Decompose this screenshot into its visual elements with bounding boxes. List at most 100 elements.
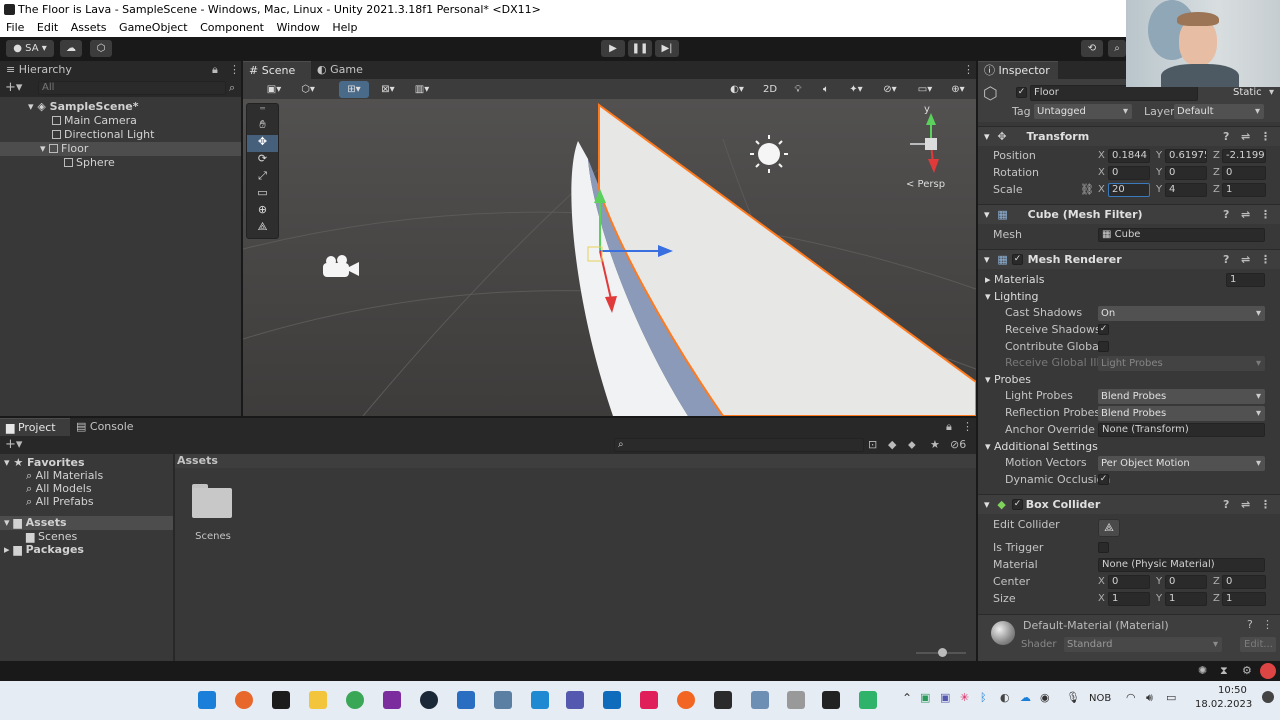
menu-help[interactable]: Help	[332, 21, 357, 34]
rotate-tool-icon[interactable]: ⟳	[247, 152, 278, 169]
cache-icon[interactable]: ⧗	[1220, 664, 1228, 678]
kebab-menu-icon[interactable]: ⋮	[962, 418, 973, 436]
grid-snap-icon[interactable]: ⊞▾	[339, 81, 369, 98]
start-icon[interactable]	[198, 691, 216, 709]
size-y-field[interactable]: 1	[1165, 592, 1207, 606]
transform-header[interactable]: ▾ ✥ Transform ? ⇌ ⋮	[978, 126, 1280, 146]
rect-tool-icon[interactable]: ▭	[247, 186, 278, 203]
wifi-icon[interactable]: ◠	[1126, 691, 1136, 704]
help-icon[interactable]: ?	[1223, 127, 1229, 147]
foldout-arrow-icon[interactable]: ▾	[984, 253, 990, 266]
cloud-icon[interactable]: ☁	[60, 40, 82, 57]
teams-icon[interactable]	[566, 691, 584, 709]
hierarchy-item-main-camera[interactable]: Main Camera	[0, 114, 241, 128]
favorites-item[interactable]: ▾ ★ Favorites	[0, 456, 173, 470]
materials-count-field[interactable]: 1	[1226, 273, 1265, 287]
asset-breadcrumb[interactable]: Assets	[175, 454, 976, 468]
project-search-input[interactable]: ⌕	[614, 438, 864, 452]
render-mode-icon[interactable]: ⬡▾	[293, 81, 323, 98]
outlook-icon[interactable]	[603, 691, 621, 709]
search-icon[interactable]: ⌕	[1108, 40, 1126, 57]
mesh-filter-header[interactable]: ▾ ▦ Cube (Mesh Filter) ? ⇌ ⋮	[978, 204, 1280, 224]
scenes-folder-tile[interactable]	[192, 484, 232, 518]
reflection-probes-dropdown[interactable]: Blend Probes	[1098, 406, 1265, 421]
help-icon[interactable]: ?	[1223, 250, 1229, 270]
menu-component[interactable]: Component	[200, 21, 264, 34]
constrain-proportions-icon[interactable]: ⛓︎	[1080, 182, 1094, 198]
contribute-gi-checkbox[interactable]	[1098, 341, 1109, 352]
component-menu-icon[interactable]: ⋮	[1260, 127, 1271, 147]
bluetooth-icon[interactable]: ᛒ	[980, 691, 987, 704]
hierarchy-item-directional-light[interactable]: Directional Light	[0, 128, 241, 142]
firefox-icon[interactable]	[235, 691, 253, 709]
scale-z-field[interactable]: 1	[1222, 183, 1266, 197]
enabled-checkbox[interactable]: ✓	[1012, 499, 1023, 510]
audio-toggle-icon[interactable]: 🔈︎	[814, 81, 838, 98]
lighting-toggle-icon[interactable]: 💡︎	[786, 81, 810, 98]
slack-icon[interactable]	[640, 691, 658, 709]
collider-material-field[interactable]: None (Physic Material)	[1098, 558, 1265, 572]
probes-row[interactable]: ▾ Probes	[978, 372, 1280, 388]
menu-gameobject[interactable]: GameObject	[119, 21, 188, 34]
lock-icon[interactable]: 🔒︎	[212, 61, 218, 79]
custom-tool-icon[interactable]: ⟁	[247, 220, 278, 237]
visibility-icon[interactable]: ⊘▾	[876, 81, 904, 98]
foldout-arrow-icon[interactable]: ▾	[984, 208, 990, 221]
hierarchy-search-input[interactable]: All	[38, 81, 226, 95]
is-trigger-checkbox[interactable]	[1098, 542, 1109, 553]
postgres-icon[interactable]	[494, 691, 512, 709]
enabled-checkbox[interactable]: ✓	[1012, 254, 1023, 265]
scale-x-field[interactable]: 20	[1108, 183, 1150, 197]
dynamic-occlusion-checkbox[interactable]: ✓	[1098, 474, 1109, 485]
foldout-arrow-icon[interactable]: ▾	[984, 498, 990, 511]
rotation-z-field[interactable]: 0	[1222, 166, 1266, 180]
clock-time[interactable]: 10:50	[1218, 685, 1247, 696]
help-icon[interactable]: ?	[1223, 495, 1229, 515]
search-by-label-icon[interactable]: ◆	[888, 438, 896, 451]
hand-tool-icon[interactable]: ✋︎	[247, 118, 278, 135]
tray-steam-icon[interactable]: ◉	[1040, 691, 1050, 704]
gizmos-icon[interactable]: ⊕▾	[943, 81, 973, 98]
pycharm-icon[interactable]	[272, 691, 290, 709]
scale-y-field[interactable]: 4	[1165, 183, 1207, 197]
foldout-arrow-icon[interactable]: ▾	[984, 130, 990, 143]
draw-mode-icon[interactable]: ▣▾	[257, 81, 291, 98]
unity-editor-icon[interactable]	[822, 691, 840, 709]
center-z-field[interactable]: 0	[1222, 575, 1266, 589]
postman-icon[interactable]	[677, 691, 695, 709]
materials-row[interactable]: ▸ Materials 1	[978, 272, 1280, 288]
additional-settings-row[interactable]: ▾ Additional Settings	[978, 439, 1280, 455]
scene-viewport[interactable]: y < Persp ═ ✋︎ ✥ ⟳ ⤢ ▭ ⊕ ⟁	[243, 99, 976, 416]
layer-dropdown[interactable]: Default	[1174, 104, 1264, 119]
tool-palette-grip[interactable]: ═	[247, 104, 278, 118]
zoom-slider-handle[interactable]	[938, 648, 947, 657]
collab-icon[interactable]: ⬡	[90, 40, 112, 57]
active-checkbox[interactable]: ✓	[1016, 87, 1027, 98]
camera-settings-icon[interactable]: ▭▾	[911, 81, 939, 98]
menu-window[interactable]: Window	[277, 21, 320, 34]
tab-inspector[interactable]: ⓘ Inspector	[978, 61, 1058, 79]
unity-hub-icon[interactable]	[787, 691, 805, 709]
receive-shadows-checkbox[interactable]: ✓	[1098, 324, 1109, 335]
play-button[interactable]: ▶	[601, 40, 625, 57]
component-menu-icon[interactable]: ⋮	[1260, 205, 1271, 225]
hierarchy-item-floor[interactable]: ▾ Floor	[0, 142, 241, 156]
position-x-field[interactable]: 0.1844	[1108, 149, 1150, 163]
step-button[interactable]: ▶|	[655, 40, 679, 57]
favorite-all-prefabs[interactable]: ⌕ All Prefabs	[0, 495, 173, 509]
preset-icon[interactable]: ⇌	[1241, 205, 1250, 225]
snipping-icon[interactable]	[751, 691, 769, 709]
tray-teams-icon[interactable]: ▣	[940, 691, 950, 704]
lighting-row[interactable]: ▾ Lighting	[978, 289, 1280, 305]
preset-icon[interactable]: ⇌	[1241, 250, 1250, 270]
add-icon[interactable]: +▾	[5, 80, 22, 95]
static-dropdown[interactable]: Static	[1230, 85, 1278, 100]
tray-slack-icon[interactable]: ✳	[960, 691, 969, 704]
cast-shadows-dropdown[interactable]: On	[1098, 306, 1265, 321]
box-collider-header[interactable]: ▾ ◆ ✓ Box Collider ? ⇌ ⋮	[978, 494, 1280, 514]
preset-icon[interactable]: ⇌	[1241, 495, 1250, 515]
size-z-field[interactable]: 1	[1222, 592, 1266, 606]
probes-foldout[interactable]: ▾ Probes	[985, 372, 1031, 388]
lock-icon[interactable]: 🔒︎	[946, 418, 952, 436]
toggle-2d-button[interactable]: 2D	[758, 81, 782, 98]
